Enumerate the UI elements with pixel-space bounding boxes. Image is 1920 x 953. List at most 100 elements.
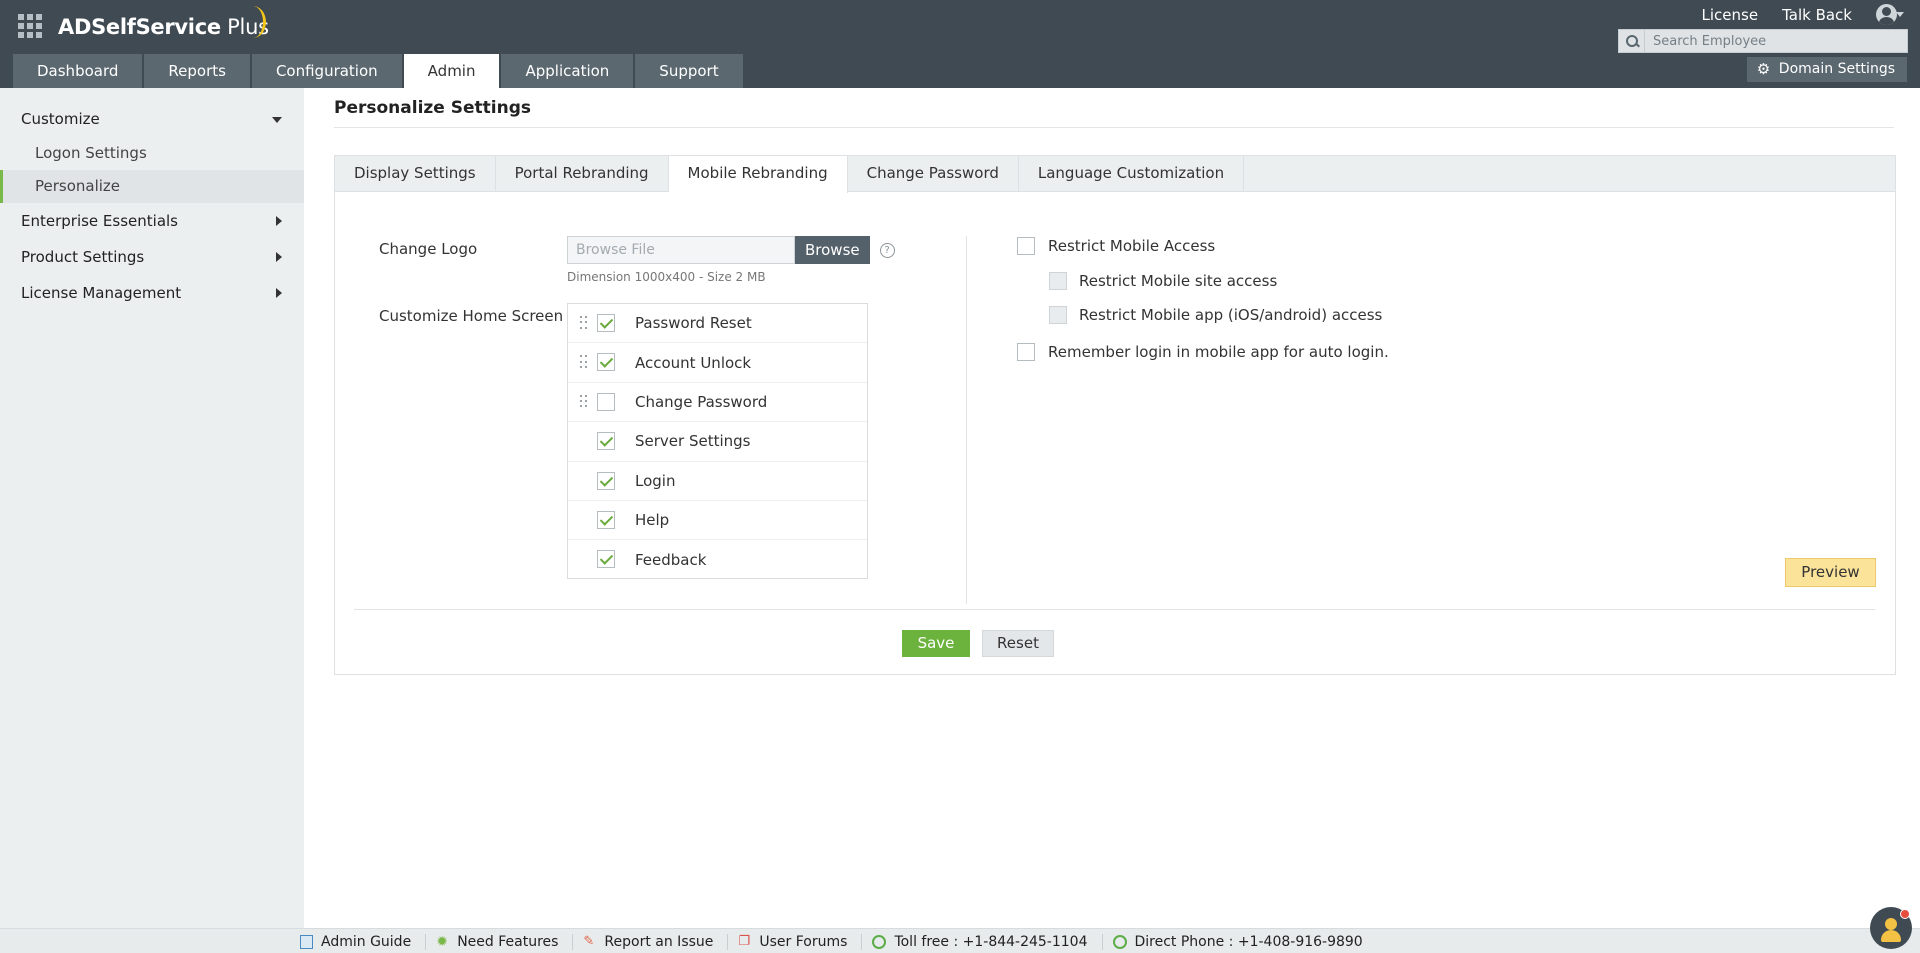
footer-link-label: Admin Guide	[321, 933, 412, 950]
tab-admin[interactable]: Admin	[403, 54, 500, 88]
list-item: Login	[568, 462, 867, 501]
page-title: Personalize Settings	[334, 88, 1894, 128]
gear-icon: ⚙	[1756, 60, 1771, 78]
phone-icon	[1112, 934, 1127, 949]
search-icon[interactable]	[1619, 30, 1645, 52]
sidebar-item-product-settings[interactable]: Product Settings	[0, 239, 304, 275]
footer-link-label: Report an Issue	[604, 933, 714, 950]
sparkle-icon: ✹	[436, 933, 448, 950]
login-checkbox[interactable]	[597, 471, 615, 490]
list-item: Help	[568, 501, 867, 541]
book-icon	[300, 934, 313, 949]
chevron-down-icon	[1896, 12, 1904, 17]
tab-change-password[interactable]: Change Password	[848, 156, 1019, 192]
change-password-checkbox[interactable]	[597, 392, 615, 411]
home-item-label: Account Unlock	[635, 353, 752, 372]
home-item-label: Login	[635, 471, 676, 490]
column-divider	[966, 236, 967, 604]
restrict-mobile-access-checkbox[interactable]	[1017, 237, 1035, 255]
sidebar-item-personalize[interactable]: Personalize	[0, 170, 304, 203]
notification-dot-icon	[1900, 909, 1910, 919]
feedback-checkbox[interactable]	[597, 550, 615, 569]
chevron-down-icon	[272, 117, 282, 123]
user-avatar-icon[interactable]	[1874, 3, 1904, 27]
tab-mobile-rebranding[interactable]: Mobile Rebranding	[668, 156, 848, 193]
chevron-right-icon	[276, 252, 282, 262]
user-forums-link[interactable]: ❐ User Forums	[728, 933, 863, 950]
restrict-mobile-access-label: Restrict Mobile Access	[1048, 237, 1216, 255]
help-icon[interactable]: ?	[879, 242, 895, 258]
sidebar-item-license-management[interactable]: License Management	[0, 275, 304, 311]
tab-display-settings[interactable]: Display Settings	[335, 156, 496, 192]
search-employee-input[interactable]	[1645, 33, 1900, 49]
drag-handle-icon[interactable]	[580, 355, 588, 369]
direct-phone-link[interactable]: Direct Phone : +1-408-916-9890	[1103, 934, 1377, 950]
browse-button[interactable]: Browse	[795, 236, 870, 264]
account-unlock-checkbox[interactable]	[597, 353, 615, 372]
save-button[interactable]: Save	[902, 630, 970, 657]
toll-free-link[interactable]: Toll free : +1-844-245-1104	[862, 933, 1103, 950]
change-logo-label: Change Logo	[379, 240, 478, 258]
remember-login-label: Remember login in mobile app for auto lo…	[1048, 343, 1389, 361]
sidebar-item-label: License Management	[21, 284, 182, 302]
main-content: Personalize Settings Display Settings Po…	[334, 88, 1896, 675]
domain-settings-button[interactable]: ⚙ Domain Settings	[1746, 57, 1907, 82]
remember-login-checkbox[interactable]	[1017, 343, 1035, 361]
employee-search	[1618, 29, 1908, 53]
license-link[interactable]: License	[1702, 6, 1759, 24]
drag-handle-icon[interactable]	[580, 394, 588, 409]
footer-link-label: Direct Phone : +1-408-916-9890	[1134, 933, 1363, 950]
logo-file-picker: Browse ?	[567, 236, 895, 264]
logo-main-text: ADSelfService	[58, 15, 221, 39]
home-item-label: Server Settings	[635, 432, 751, 451]
admin-guide-link[interactable]: Admin Guide	[290, 933, 427, 950]
list-item: Change Password	[568, 383, 867, 423]
sidebar-item-label: Enterprise Essentials	[21, 212, 178, 230]
preview-button[interactable]: Preview	[1785, 558, 1876, 587]
browse-file-input[interactable]	[567, 236, 795, 264]
server-settings-checkbox[interactable]	[597, 432, 615, 451]
tab-dashboard[interactable]: Dashboard	[13, 54, 143, 88]
footer-link-label: User Forums	[759, 933, 848, 950]
personalize-panel: Display Settings Portal Rebranding Mobil…	[334, 155, 1896, 675]
tab-support[interactable]: Support	[635, 54, 743, 88]
restrict-mobile-site-checkbox[interactable]	[1049, 272, 1067, 290]
report-issue-link[interactable]: ✎ Report an Issue	[573, 933, 729, 950]
list-item: Server Settings	[568, 422, 867, 462]
restrict-mobile-app-checkbox[interactable]	[1049, 306, 1067, 324]
home-item-label: Feedback	[635, 551, 707, 570]
reset-button[interactable]: Reset	[982, 630, 1054, 657]
customize-home-screen-label: Customize Home Screen	[379, 307, 564, 325]
top-links: License Talk Back	[1678, 3, 1904, 27]
footer-bar: Admin Guide ✹ Need Features ✎ Report an …	[0, 928, 1920, 953]
sidebar-item-label: Product Settings	[21, 248, 145, 266]
tab-language-customization[interactable]: Language Customization	[1019, 156, 1245, 192]
app-header: ADSelfService Plus License Talk Back Das…	[0, 0, 1920, 88]
sidebar-item-enterprise-essentials[interactable]: Enterprise Essentials	[0, 203, 304, 239]
restrict-mobile-site-label: Restrict Mobile site access	[1079, 272, 1278, 290]
logo-arc-icon	[240, 6, 266, 38]
password-reset-checkbox[interactable]	[597, 314, 615, 332]
help-checkbox[interactable]	[597, 510, 615, 529]
domain-settings-label: Domain Settings	[1778, 61, 1895, 77]
drag-handle-icon[interactable]	[580, 316, 588, 330]
sidebar-item-customize[interactable]: Customize	[0, 101, 304, 137]
sidebar-item-logon-settings[interactable]: Logon Settings	[0, 137, 304, 170]
apps-grid-icon[interactable]	[18, 14, 42, 38]
main-nav-tabs: Dashboard Reports Configuration Admin Ap…	[13, 54, 745, 88]
chevron-right-icon	[276, 216, 282, 226]
footer-links: Admin Guide ✹ Need Features ✎ Report an …	[290, 929, 1377, 953]
home-screen-list: Password Reset Account Unlock Change Pas…	[567, 303, 868, 579]
list-item: Account Unlock	[568, 343, 867, 383]
tab-application[interactable]: Application	[501, 54, 634, 88]
talk-back-link[interactable]: Talk Back	[1782, 6, 1852, 24]
tab-configuration[interactable]: Configuration	[251, 54, 402, 88]
form-divider	[354, 609, 1875, 610]
sidebar: Customize Logon Settings Personalize Ent…	[0, 88, 304, 928]
tab-portal-rebranding[interactable]: Portal Rebranding	[496, 156, 669, 192]
product-logo[interactable]: ADSelfService Plus	[58, 15, 269, 39]
list-item: Password Reset	[568, 304, 867, 344]
need-features-link[interactable]: ✹ Need Features	[426, 933, 574, 950]
home-item-label: Help	[635, 511, 670, 530]
tab-reports[interactable]: Reports	[144, 54, 250, 88]
